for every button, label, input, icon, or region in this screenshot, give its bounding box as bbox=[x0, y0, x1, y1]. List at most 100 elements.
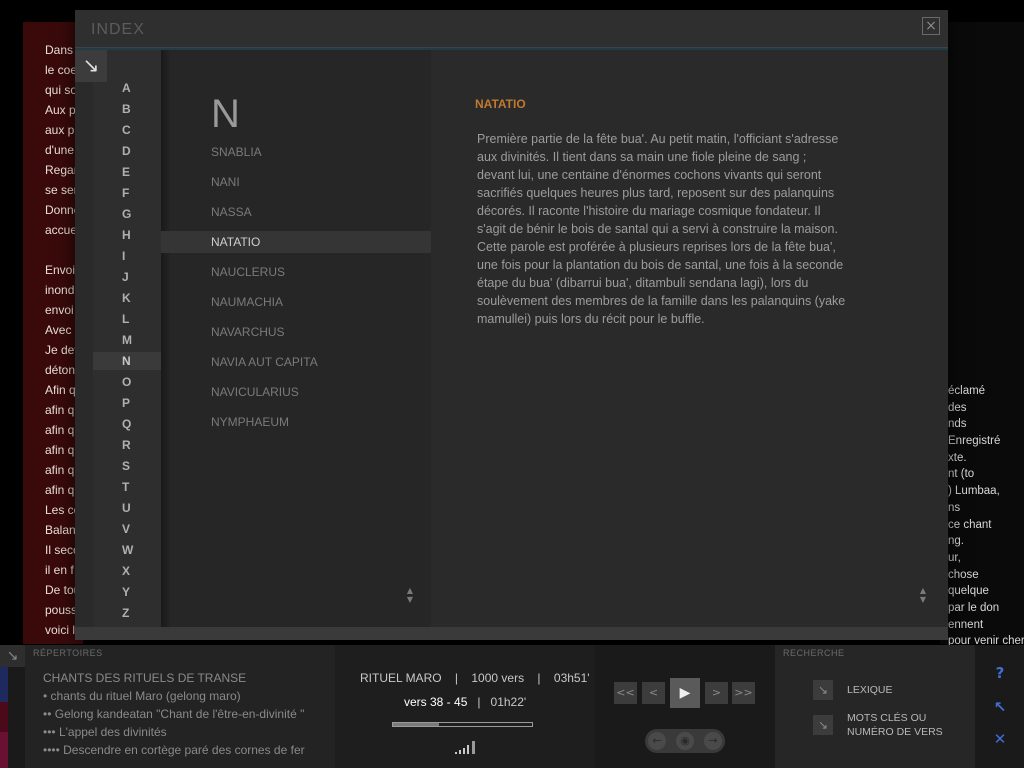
alphabet-letter-c[interactable]: C bbox=[93, 121, 161, 139]
repertoire-line[interactable]: •••• Descendre en cortège paré des corne… bbox=[43, 743, 305, 757]
modal-footer bbox=[75, 627, 948, 640]
lexique-arrow-icon[interactable]: ↘ bbox=[813, 680, 833, 700]
collapse-icon[interactable]: ↖ bbox=[991, 697, 1009, 717]
background-text-line: des bbox=[948, 401, 967, 414]
scroll-down-icon[interactable]: ▼ bbox=[404, 595, 416, 604]
alphabet-letter-y[interactable]: Y bbox=[93, 583, 161, 601]
track-summary: RITUEL MARO | 1000 vers | 03h51' bbox=[360, 671, 590, 685]
alphabet-letter-p[interactable]: P bbox=[93, 394, 161, 412]
entry-item[interactable]: NAVIA AUT CAPITA bbox=[161, 351, 431, 373]
alphabet-letter-f[interactable]: F bbox=[93, 184, 161, 202]
index-modal: INDEX × ABCDEFGHIJKLMNOPQRSTUVWXYZ ↘ N S… bbox=[75, 10, 948, 640]
arrow-right-icon[interactable]: → bbox=[704, 732, 722, 750]
scroll-down-icon[interactable]: ▼ bbox=[917, 595, 929, 604]
background-text-line: éclamé bbox=[948, 385, 986, 397]
bottom-bar: ↘ RÉPERTOIRES CHANTS DES RITUELS DE TRAN… bbox=[0, 645, 1024, 768]
repertoire-line[interactable]: ••• L'appel des divinités bbox=[43, 725, 167, 739]
entry-item[interactable]: NANI bbox=[161, 171, 431, 193]
alphabet-letter-g[interactable]: G bbox=[93, 205, 161, 223]
background-text-line: quelque bbox=[948, 585, 989, 598]
alphabet-letter-d[interactable]: D bbox=[93, 142, 161, 160]
side-actions: ? ↖ ✕ bbox=[975, 645, 1024, 768]
scroll-up-icon[interactable]: ▲ bbox=[917, 586, 929, 595]
alphabet-letter-s[interactable]: S bbox=[93, 457, 161, 475]
alphabet-letter-b[interactable]: B bbox=[93, 100, 161, 118]
repertoires-label: RÉPERTOIRES bbox=[33, 648, 103, 658]
alphabet-letter-e[interactable]: E bbox=[93, 163, 161, 181]
playback-controls: << < ▶ > >> ← ◉ → bbox=[595, 645, 775, 768]
alphabet-letter-l[interactable]: L bbox=[93, 310, 161, 328]
volume-icon[interactable] bbox=[455, 740, 481, 754]
previous-button[interactable]: < bbox=[642, 682, 665, 704]
close-button[interactable]: × bbox=[922, 17, 940, 35]
help-icon[interactable]: ? bbox=[991, 663, 1009, 683]
alphabet-letter-h[interactable]: H bbox=[93, 226, 161, 244]
entry-list-scroll[interactable]: ▲ ▼ bbox=[404, 586, 416, 604]
search-panel: RECHERCHE ↘ LEXIQUE ↘ MOTS CLÉS OU NUMÉR… bbox=[775, 645, 975, 768]
modal-title: INDEX bbox=[91, 21, 145, 38]
track-info-panel: RITUEL MARO | 1000 vers | 03h51' vers 38… bbox=[335, 645, 595, 768]
alphabet-letter-v[interactable]: V bbox=[93, 520, 161, 538]
background-text-line: chose bbox=[948, 568, 979, 581]
background-text-line: par le don bbox=[948, 601, 1000, 614]
bottom-left-stripes bbox=[0, 667, 8, 768]
alphabet-letter-n[interactable]: N bbox=[93, 352, 161, 370]
rewind-button[interactable]: << bbox=[614, 682, 637, 704]
alphabet-letter-r[interactable]: R bbox=[93, 436, 161, 454]
progress-bar[interactable] bbox=[392, 722, 533, 727]
entry-item[interactable]: NAVICULARIUS bbox=[161, 381, 431, 403]
play-button[interactable]: ▶ bbox=[670, 678, 700, 708]
arrow-left-icon[interactable]: ← bbox=[648, 732, 666, 750]
detail-scroll[interactable]: ▲ ▼ bbox=[917, 586, 929, 604]
background-text-right: éclamé des nds Enregistré xte. nt (to) Lumba… bbox=[948, 383, 1024, 650]
alphabet-letter-x[interactable]: X bbox=[93, 562, 161, 580]
entry-item[interactable]: NAVARCHUS bbox=[161, 321, 431, 343]
verses-total: 1000 vers bbox=[471, 671, 525, 685]
background-text-line: ur, bbox=[948, 551, 961, 564]
background-text-line: Enregistré bbox=[948, 435, 1001, 448]
ritual-name: RITUEL MARO bbox=[360, 671, 442, 685]
alphabet-letter-j[interactable]: J bbox=[93, 268, 161, 286]
entry-item[interactable]: NYMPHAEUM bbox=[161, 411, 431, 433]
alphabet-letter-u[interactable]: U bbox=[93, 499, 161, 517]
alphabet-letter-m[interactable]: M bbox=[93, 331, 161, 349]
view-controls: ← ◉ → bbox=[645, 729, 725, 753]
alphabet-letter-z[interactable]: Z bbox=[93, 604, 161, 622]
background-text-line: ) Lumbaa, bbox=[948, 485, 1000, 498]
background-text-line: nds bbox=[948, 418, 967, 431]
alphabet-list: ABCDEFGHIJKLMNOPQRSTUVWXYZ bbox=[93, 50, 161, 627]
close-icon[interactable]: ✕ bbox=[991, 729, 1009, 749]
keywords-arrow-icon[interactable]: ↘ bbox=[813, 715, 833, 735]
repertoire-line[interactable]: •• Gelong kandeatan "Chant de l'être-en-… bbox=[43, 707, 304, 721]
entry-item[interactable]: NASSA bbox=[161, 201, 431, 223]
entry-item[interactable]: NAUCLERUS bbox=[161, 261, 431, 283]
separator: | bbox=[537, 671, 541, 685]
lexique-link[interactable]: LEXIQUE bbox=[847, 683, 893, 697]
keywords-link[interactable]: MOTS CLÉS OU NUMÉRO DE VERS bbox=[847, 711, 943, 739]
next-button[interactable]: > bbox=[705, 682, 728, 704]
alphabet-letter-o[interactable]: O bbox=[93, 373, 161, 391]
alphabet-letter-w[interactable]: W bbox=[93, 541, 161, 559]
repertoire-line[interactable]: • chants du rituel Maro (gelong maro) bbox=[43, 689, 241, 703]
background-text-line: ng. bbox=[948, 535, 964, 548]
current-verses: vers 38 - 45 bbox=[404, 695, 468, 709]
background-text-line: nt (to bbox=[948, 468, 975, 481]
alphabet-letter-t[interactable]: T bbox=[93, 478, 161, 496]
detail-body: Première partie de la fête bua'. Au peti… bbox=[477, 132, 846, 326]
current-time: 01h22' bbox=[490, 695, 527, 709]
entry-item[interactable]: NAUMACHIA bbox=[161, 291, 431, 313]
expand-arrow-icon[interactable]: ↘ bbox=[0, 645, 25, 667]
fast-forward-button[interactable]: >> bbox=[732, 682, 755, 704]
search-label: RECHERCHE bbox=[783, 648, 845, 658]
detail-panel: NATATIO Première partie de la fête bua'.… bbox=[431, 50, 948, 627]
collapse-arrow-icon[interactable]: ↘ bbox=[75, 50, 107, 82]
entry-item[interactable]: SNABLIA bbox=[161, 141, 431, 163]
scroll-up-icon[interactable]: ▲ bbox=[404, 586, 416, 595]
progress-fill bbox=[393, 723, 439, 726]
eye-icon[interactable]: ◉ bbox=[676, 732, 694, 750]
repertoire-line[interactable]: CHANTS DES RITUELS DE TRANSE bbox=[43, 671, 246, 685]
entry-item[interactable]: NATATIO bbox=[161, 231, 431, 253]
alphabet-letter-q[interactable]: Q bbox=[93, 415, 161, 433]
alphabet-letter-i[interactable]: I bbox=[93, 247, 161, 265]
alphabet-letter-k[interactable]: K bbox=[93, 289, 161, 307]
